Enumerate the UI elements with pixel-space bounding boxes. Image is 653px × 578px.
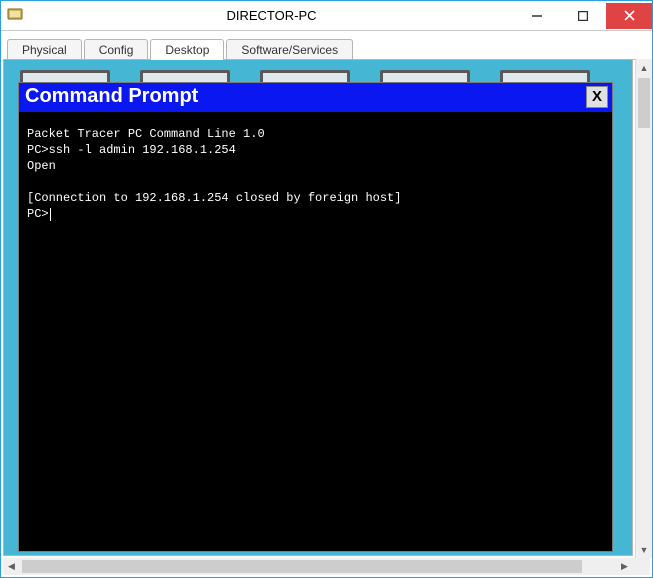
scroll-track[interactable] bbox=[636, 76, 652, 541]
scroll-down-icon[interactable]: ▼ bbox=[636, 541, 652, 558]
command-prompt-titlebar: Command Prompt X bbox=[19, 83, 612, 112]
command-prompt-close-button[interactable]: X bbox=[586, 86, 608, 108]
app-window: DIRECTOR-PC Physical Config Desktop Soft… bbox=[0, 0, 653, 578]
scroll-thumb[interactable] bbox=[638, 78, 650, 128]
maximize-button[interactable] bbox=[560, 3, 606, 29]
scroll-track[interactable] bbox=[20, 558, 616, 575]
tab-desktop[interactable]: Desktop bbox=[150, 39, 224, 60]
command-prompt-window: Command Prompt X Packet Tracer PC Comman… bbox=[18, 82, 613, 552]
content-area: Command Prompt X Packet Tracer PC Comman… bbox=[1, 59, 652, 558]
terminal-line: Packet Tracer PC Command Line 1.0 bbox=[27, 127, 265, 141]
tab-physical[interactable]: Physical bbox=[7, 39, 82, 60]
terminal-line: PC>ssh -l admin 192.168.1.254 bbox=[27, 143, 236, 157]
scroll-corner bbox=[633, 558, 650, 575]
scroll-right-icon[interactable]: ▶ bbox=[616, 558, 633, 575]
window-controls bbox=[514, 3, 652, 29]
terminal-line: [Connection to 192.168.1.254 closed by f… bbox=[27, 191, 401, 205]
app-icon bbox=[1, 6, 29, 25]
terminal-line: Open bbox=[27, 159, 56, 173]
tab-bar: Physical Config Desktop Software/Service… bbox=[1, 31, 652, 59]
scroll-up-icon[interactable]: ▲ bbox=[636, 59, 652, 76]
command-prompt-title: Command Prompt bbox=[25, 85, 198, 108]
minimize-button[interactable] bbox=[514, 3, 560, 29]
titlebar: DIRECTOR-PC bbox=[1, 1, 652, 31]
close-button[interactable] bbox=[606, 3, 652, 29]
scroll-left-icon[interactable]: ◀ bbox=[3, 558, 20, 575]
tab-config[interactable]: Config bbox=[84, 39, 149, 60]
terminal-prompt: PC> bbox=[27, 207, 49, 221]
window-title: DIRECTOR-PC bbox=[29, 8, 514, 23]
desktop-surface: Command Prompt X Packet Tracer PC Comman… bbox=[3, 59, 633, 556]
scroll-thumb[interactable] bbox=[22, 560, 582, 573]
vertical-scrollbar[interactable]: ▲ ▼ bbox=[635, 59, 652, 558]
tab-software-services[interactable]: Software/Services bbox=[226, 39, 353, 60]
cursor-icon bbox=[50, 208, 51, 221]
horizontal-scrollbar[interactable]: ◀ ▶ bbox=[3, 558, 650, 575]
command-prompt-body[interactable]: Packet Tracer PC Command Line 1.0 PC>ssh… bbox=[19, 112, 612, 551]
